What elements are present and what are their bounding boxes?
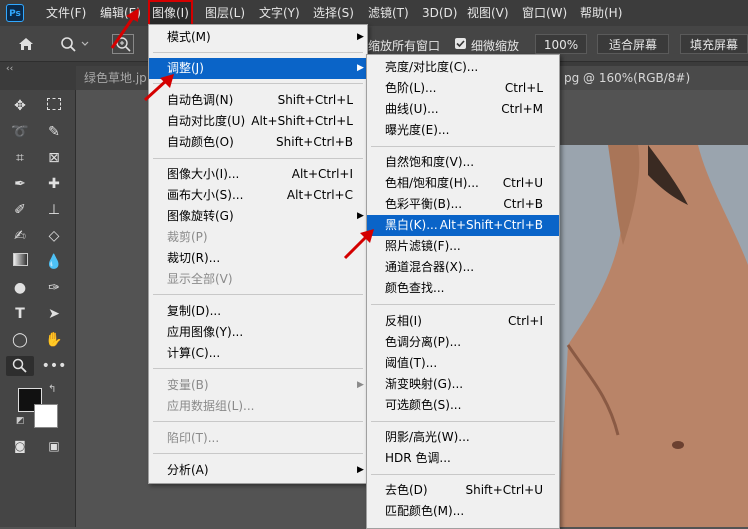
annotation-arrow-adjustments — [143, 74, 174, 102]
annotation-arrow-image-menu — [110, 8, 139, 49]
annotation-arrows — [110, 8, 374, 260]
annotation-arrow-black-white — [343, 229, 374, 260]
